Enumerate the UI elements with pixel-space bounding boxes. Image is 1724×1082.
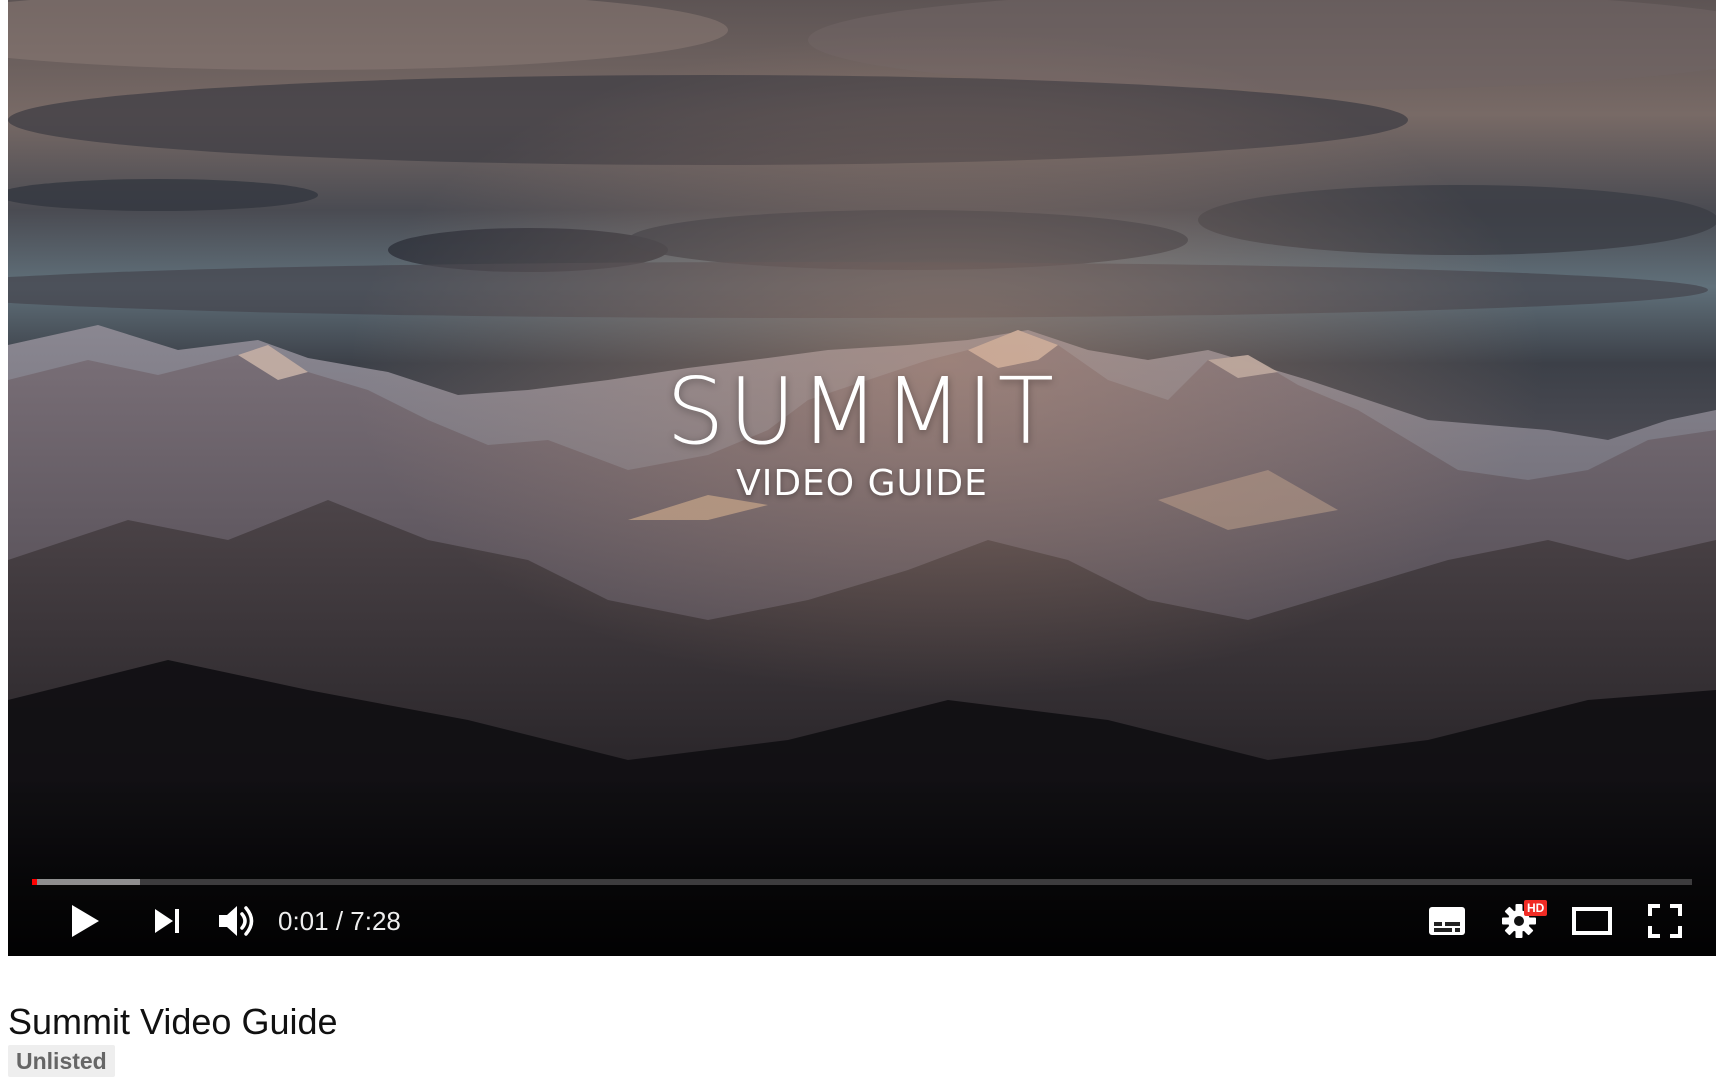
hd-badge: HD	[1524, 900, 1548, 916]
time-duration: 7:28	[350, 905, 401, 936]
next-button[interactable]	[136, 890, 198, 952]
next-icon	[155, 909, 179, 933]
volume-icon	[219, 906, 254, 936]
video-player[interactable]: SUMMIT VIDEO GUIDE 0:01 / 7:28 HD	[8, 0, 1716, 956]
control-bar: 0:01 / 7:28 HD	[8, 890, 1716, 952]
theater-mode-button[interactable]	[1561, 890, 1623, 952]
time-separator: /	[328, 905, 351, 936]
privacy-badge: Unlisted	[8, 1045, 115, 1077]
progress-buffered	[32, 879, 140, 885]
settings-button[interactable]: HD	[1488, 890, 1550, 952]
progress-bar[interactable]	[32, 879, 1692, 885]
fullscreen-icon	[1648, 904, 1682, 938]
time-current: 0:01	[278, 905, 329, 936]
time-display: 0:01 / 7:28	[278, 890, 401, 952]
video-title: Summit Video Guide	[8, 1001, 338, 1042]
volume-button[interactable]	[206, 890, 268, 952]
play-button[interactable]	[54, 890, 116, 952]
progress-played	[32, 879, 37, 885]
theater-icon	[1572, 907, 1612, 935]
play-icon	[72, 905, 99, 937]
fullscreen-button[interactable]	[1634, 890, 1696, 952]
subtitles-icon	[1429, 907, 1465, 935]
subtitles-button[interactable]	[1416, 890, 1478, 952]
